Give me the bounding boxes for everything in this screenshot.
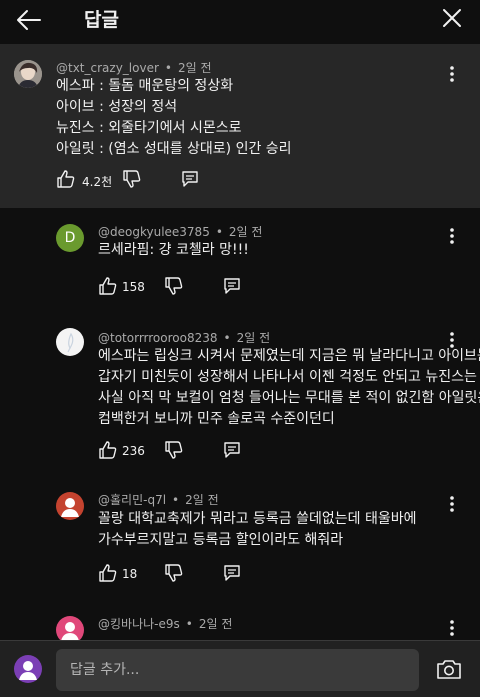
comment-line: 가수부르지말고 등록금 할인이라도 해줘라 [98,532,344,548]
avatar[interactable] [56,328,84,356]
reply-comment: @킹바나나-e9s • 2일 전 [0,604,480,640]
like-count: 4.2천 [82,175,113,189]
more-options-icon[interactable] [445,330,459,350]
close-icon[interactable] [438,4,466,32]
more-options-icon[interactable] [445,618,459,638]
page-title: 답글 [84,9,119,31]
comment-author[interactable]: @킹바나나-e9s [98,617,180,631]
thumbs-down-icon[interactable] [164,440,184,460]
comment-meta: @totorrrrooroo8238 • 2일 전 [98,331,271,345]
thumbs-up-icon[interactable] [98,440,118,460]
top-bar: 답글 [0,0,480,44]
more-options-icon[interactable] [445,64,459,84]
camera-icon[interactable] [436,657,462,681]
comment-line: 꼴랑 대학교축제가 뭐라고 등록금 쓸데없는데 태울바에 [98,511,417,527]
comment-actions: 158 [98,276,258,300]
comment-body: 꼴랑 대학교축제가 뭐라고 등록금 쓸데없는데 태울바에 가수부르지말고 등록금… [98,509,417,551]
comment-time: 2일 전 [236,331,271,345]
more-options-icon[interactable] [445,494,459,514]
reply-comment: @totorrrrooroo8238 • 2일 전 에스파는 립싱크 시켜서 문제였… [0,316,480,476]
comment-meta: @deogkyulee3785 • 2일 전 [98,225,263,239]
default-avatar-icon [61,498,79,517]
user-avatar[interactable] [14,655,42,683]
comment-actions: 236 [98,440,258,464]
comment-time: 2일 전 [185,493,219,507]
comment-body: 에스파는 립싱크 시켜서 문제였는데 지금은 뭐 날라다니고 아이브는 갑자기 … [98,346,480,430]
comment-line: 갑자기 미친듯이 성장해서 나타나서 이젠 걱정도 안되고 뉴진스는 [98,369,477,385]
thumbs-down-icon[interactable] [164,563,184,583]
avatar[interactable] [14,60,42,88]
avatar[interactable]: D [56,224,84,252]
thumbs-down-icon[interactable] [122,169,142,189]
comment-line: 에스파는 립싱크 시켜서 문제였는데 지금은 뭐 날라다니고 아이브는 [98,348,480,364]
comment-body: 르세라핌: 걍 코첼라 망!!! [98,240,249,261]
comment-body: 에스파 : 돌돔 매운탕의 정상화 아이브 : 성장의 정석 뉴진스 : 외줄타… [56,76,292,160]
comment-line: 에스파 : 돌돔 매운탕의 정상화 [56,78,234,94]
reply-icon[interactable] [222,563,242,583]
comment-line: 사실 아직 막 보컬이 엄청 들어나는 무대를 본 적이 없긴함 아일릿은 [98,390,480,406]
thumbs-down-icon[interactable] [164,276,184,296]
reply-comment: D @deogkyulee3785 • 2일 전 르세라핌: 걍 코첼라 망!!! … [0,208,480,308]
comment-author[interactable]: @홀리민-q7l [98,493,166,507]
like-count: 18 [122,567,138,581]
comment-meta: @홀리민-q7l • 2일 전 [98,493,219,507]
reply-input[interactable] [56,649,419,691]
thumbs-up-icon[interactable] [56,169,76,189]
comment-author[interactable]: @txt_crazy_lover [56,61,159,75]
comment-line: 아일릿 : (염소 성대를 상대로) 인간 승리 [56,141,292,157]
comment-meta: @txt_crazy_lover • 2일 전 [56,61,212,75]
default-avatar-icon [61,622,79,640]
thumbs-up-icon[interactable] [98,276,118,296]
reply-icon[interactable] [222,440,242,460]
reply-composer [0,640,480,697]
thumbs-up-icon[interactable] [98,563,118,583]
reply-comment: @홀리민-q7l • 2일 전 꼴랑 대학교축제가 뭐라고 등록금 쓸데없는데 태울… [0,480,480,600]
comment-time: 2일 전 [228,225,263,239]
reply-icon[interactable] [222,276,242,296]
like-count: 158 [122,280,145,294]
comment-line: 아이브 : 성장의 정석 [56,99,178,115]
profile-photo-icon [14,60,42,88]
avatar[interactable] [56,616,84,640]
comment-actions: 18 [98,563,258,587]
comment-line: 뉴진스 : 외줄타기에서 시몬스로 [56,120,242,136]
more-options-icon[interactable] [445,226,459,246]
comment-actions: 4.2천 [56,169,216,193]
comment-line: 르세라핌: 걍 코첼라 망!!! [98,242,249,258]
like-count: 236 [122,444,145,458]
comment-time: 2일 전 [177,61,212,75]
comment-author[interactable]: @totorrrrooroo8238 [98,331,218,345]
feather-icon [67,332,74,353]
reply-icon[interactable] [180,169,200,189]
comment-line: 컴백한거 보니까 민주 솔로곡 수준이던디 [98,411,335,427]
avatar[interactable] [56,492,84,520]
comment-meta: @킹바나나-e9s • 2일 전 [98,617,233,631]
default-avatar-icon [19,661,37,680]
top-comment: @txt_crazy_lover • 2일 전 에스파 : 돌돔 매운탕의 정상화 … [0,44,480,208]
back-arrow-icon[interactable] [12,4,44,36]
comment-author[interactable]: @deogkyulee3785 [98,225,210,239]
comment-time: 2일 전 [198,617,233,631]
